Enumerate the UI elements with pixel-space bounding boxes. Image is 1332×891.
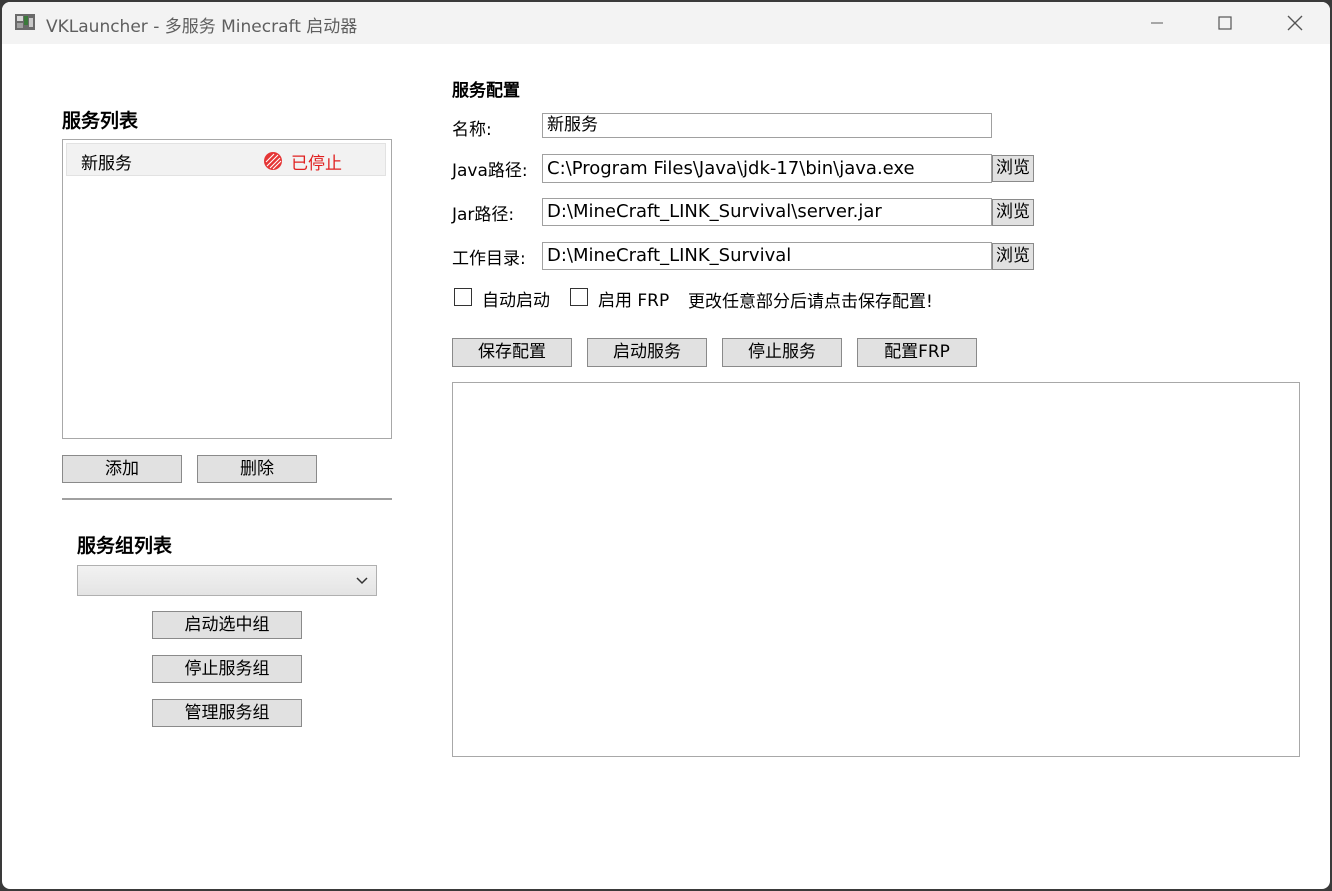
group-list-heading: 服务组列表 xyxy=(77,535,173,557)
jar-browse-button[interactable]: 浏览 xyxy=(992,199,1034,226)
delete-service-button[interactable]: 删除 xyxy=(197,455,317,483)
chevron-down-icon xyxy=(356,577,368,585)
autostart-label: 自动启动 xyxy=(482,291,550,311)
java-path-field[interactable]: C:\Program Files\Java\jdk-17\bin\java.ex… xyxy=(542,154,992,183)
name-field[interactable]: 新服务 xyxy=(542,113,992,138)
service-list[interactable]: 新服务 已停止 xyxy=(62,139,392,439)
jar-path-field[interactable]: D:\MineCraft_LINK_Survival\server.jar xyxy=(542,198,992,226)
group-select[interactable] xyxy=(77,565,377,596)
title-bar[interactable]: VKLauncher - 多服务 Minecraft 启动器 xyxy=(2,2,1330,44)
start-group-button[interactable]: 启动选中组 xyxy=(152,611,302,639)
workdir-field[interactable]: D:\MineCraft_LINK_Survival xyxy=(542,242,992,270)
stopped-status-icon xyxy=(264,152,282,170)
start-service-button[interactable]: 启动服务 xyxy=(587,338,707,367)
maximize-button[interactable] xyxy=(1190,2,1260,44)
list-item[interactable]: 新服务 已停止 xyxy=(66,143,386,176)
java-browse-button[interactable]: 浏览 xyxy=(992,155,1034,182)
minimize-button[interactable] xyxy=(1122,2,1192,44)
minimize-icon xyxy=(1151,22,1163,24)
name-label: 名称: xyxy=(452,120,492,140)
service-status: 已停止 xyxy=(291,154,342,174)
workdir-label: 工作目录: xyxy=(452,249,526,269)
window-title: VKLauncher - 多服务 Minecraft 启动器 xyxy=(46,17,358,37)
workdir-browse-button[interactable]: 浏览 xyxy=(992,243,1034,270)
console-output[interactable] xyxy=(452,382,1300,757)
configure-frp-button[interactable]: 配置FRP xyxy=(857,338,977,367)
frp-checkbox[interactable] xyxy=(570,288,588,306)
manage-group-button[interactable]: 管理服务组 xyxy=(152,699,302,727)
stop-group-button[interactable]: 停止服务组 xyxy=(152,655,302,683)
maximize-icon xyxy=(1218,16,1232,30)
service-name: 新服务 xyxy=(81,154,132,174)
add-service-button[interactable]: 添加 xyxy=(62,455,182,483)
close-icon xyxy=(1287,15,1303,31)
save-notice: 更改任意部分后请点击保存配置! xyxy=(688,292,933,312)
divider xyxy=(62,498,392,500)
save-config-button[interactable]: 保存配置 xyxy=(452,338,572,367)
service-list-heading: 服务列表 xyxy=(62,110,139,132)
app-window: VKLauncher - 多服务 Minecraft 启动器 服务列表 新服务 … xyxy=(2,2,1330,889)
close-button[interactable] xyxy=(1260,2,1330,44)
autostart-checkbox[interactable] xyxy=(454,288,472,306)
frp-label: 启用 FRP xyxy=(598,291,670,311)
app-icon xyxy=(15,14,35,30)
java-path-label: Java路径: xyxy=(452,161,528,181)
jar-path-label: Jar路径: xyxy=(452,205,515,225)
config-heading: 服务配置 xyxy=(452,81,520,101)
stop-service-button[interactable]: 停止服务 xyxy=(722,338,842,367)
